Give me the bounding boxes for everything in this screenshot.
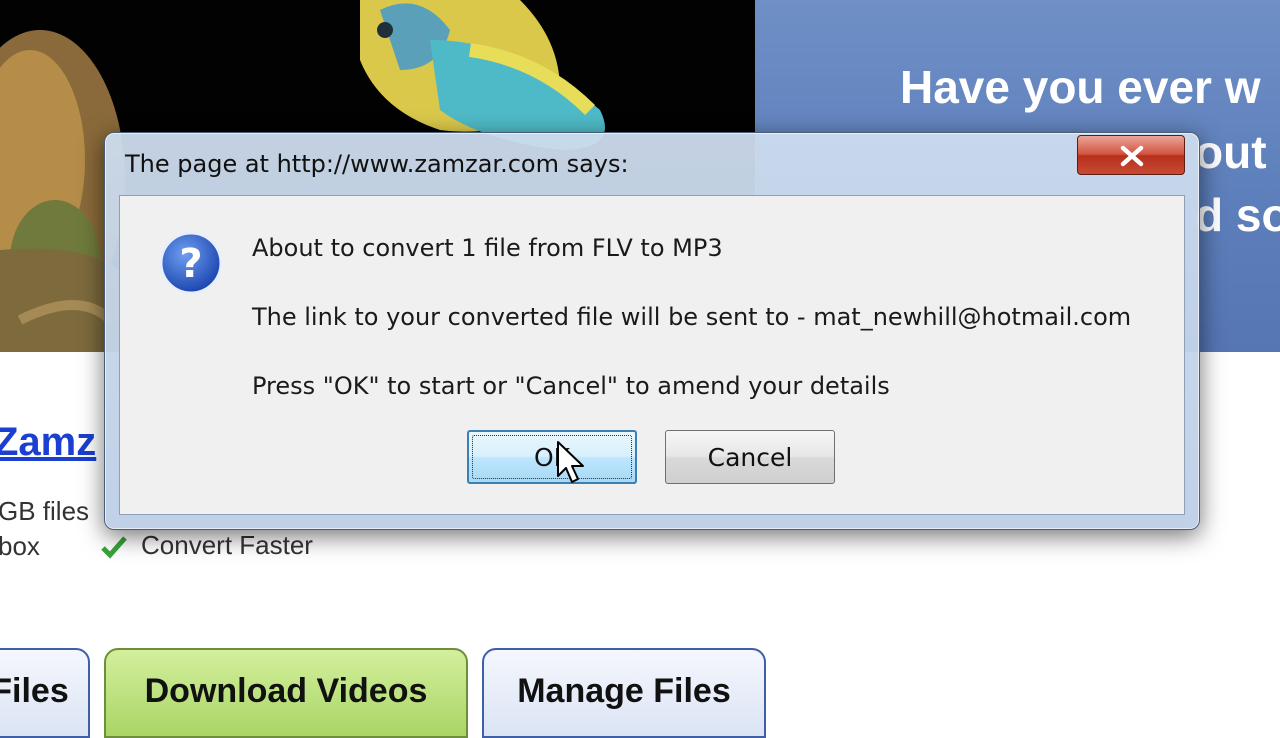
feature-convert-faster: Convert Faster <box>141 530 313 560</box>
mouse-cursor-icon <box>556 440 586 491</box>
brand-link[interactable]: Zamz <box>0 420 96 465</box>
dialog-title: The page at http://www.zamzar.com says: <box>125 150 629 178</box>
message-line-2: The link to your converted file will be … <box>252 303 1132 331</box>
dialog-body: ? About to convert 1 file from FLV to MP… <box>119 195 1185 515</box>
tab-manage-files-label: Manage Files <box>517 672 731 710</box>
ok-button[interactable]: OK <box>467 430 637 484</box>
cancel-button-label: Cancel <box>707 442 793 472</box>
checkmark-icon <box>100 533 128 561</box>
banner-line-3: d so <box>1195 189 1280 241</box>
tab-manage-files[interactable]: Manage Files <box>482 648 766 738</box>
feature-box: box <box>0 531 40 561</box>
focus-ring <box>472 435 632 479</box>
tab-files[interactable]: Files <box>0 648 90 738</box>
confirm-dialog: The page at http://www.zamzar.com says: … <box>104 132 1200 530</box>
message-line-1: About to convert 1 file from FLV to MP3 <box>252 234 723 262</box>
close-x-icon <box>1120 145 1144 167</box>
tab-files-label: Files <box>0 672 69 710</box>
svg-text:?: ? <box>179 241 202 287</box>
close-button[interactable] <box>1077 135 1185 175</box>
tab-download-videos-label: Download Videos <box>144 672 428 710</box>
banner-line-2: out <box>1195 126 1267 178</box>
message-line-3: Press "OK" to start or "Cancel" to amend… <box>252 372 890 400</box>
tab-download-videos[interactable]: Download Videos <box>104 648 468 738</box>
cancel-button[interactable]: Cancel <box>665 430 835 484</box>
banner-line-1: Have you ever w <box>900 61 1261 113</box>
feature-file-size: GB files <box>0 496 90 526</box>
question-icon: ? <box>158 230 224 301</box>
